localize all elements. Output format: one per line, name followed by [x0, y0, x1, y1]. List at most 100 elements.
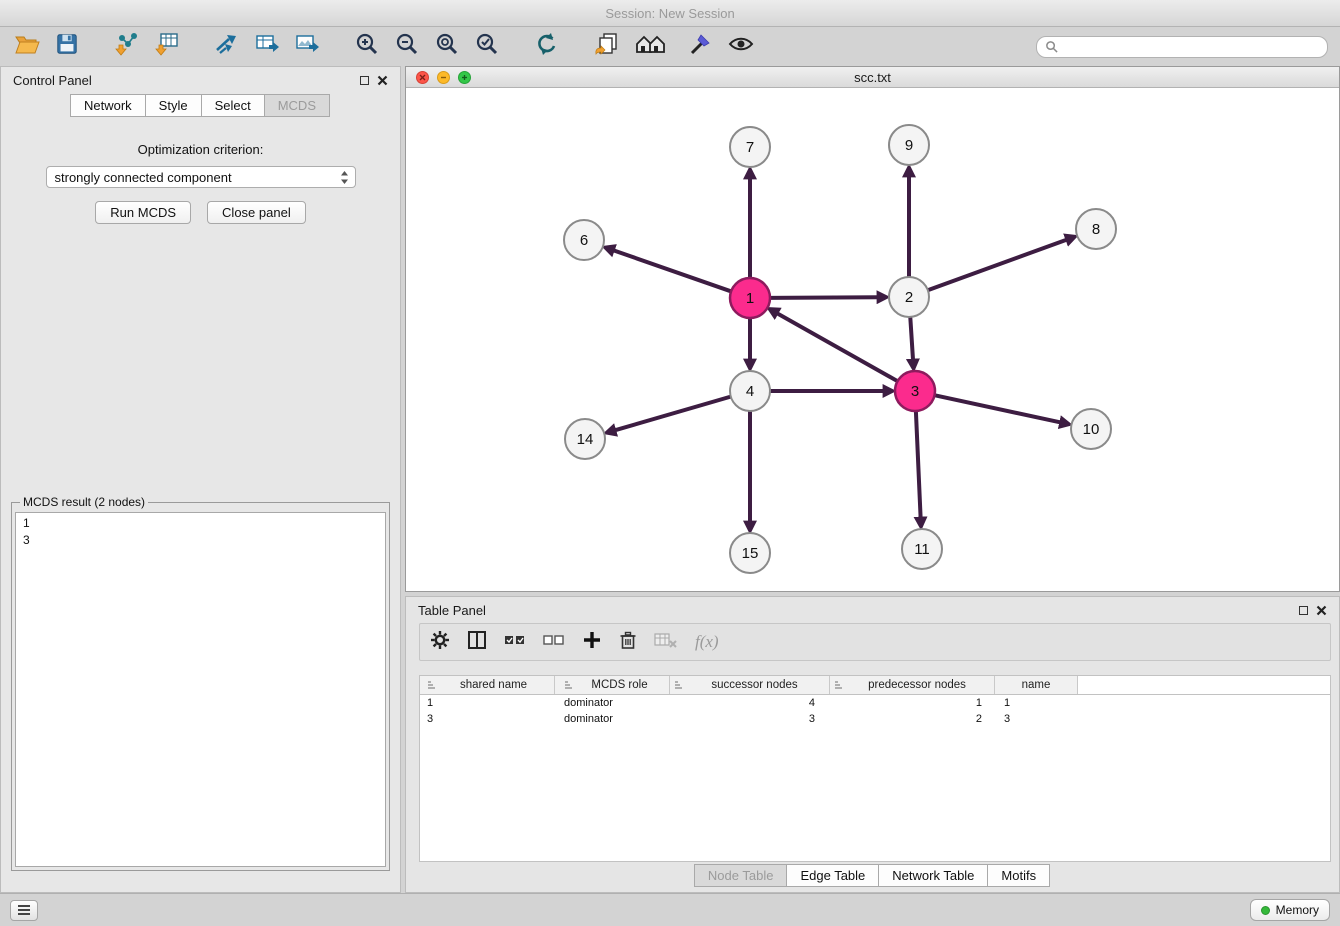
table-row[interactable]: 1 dominator 4 1 1 [420, 695, 1330, 711]
zoom-out-button[interactable] [392, 33, 422, 61]
mcds-result-item[interactable]: 3 [23, 532, 378, 549]
control-panel-header: Control Panel [1, 67, 400, 93]
network-window-title: scc.txt [854, 70, 891, 85]
tab-node-table[interactable]: Node Table [694, 864, 788, 887]
graph-node-9[interactable]: 9 [889, 125, 929, 165]
table-cell[interactable]: 3 [670, 713, 830, 725]
apply-style-button[interactable] [686, 33, 716, 61]
criterion-dropdown[interactable]: strongly connected component [46, 166, 356, 188]
graph-node-3[interactable]: 3 [895, 371, 935, 411]
show-panels-button[interactable] [632, 33, 676, 61]
graph-node-15[interactable]: 15 [730, 533, 770, 573]
import-network-button[interactable] [112, 33, 142, 61]
graph-node-11[interactable]: 11 [902, 529, 942, 569]
mcds-result-item[interactable]: 1 [23, 515, 378, 532]
graph-node-10[interactable]: 10 [1071, 409, 1111, 449]
tab-network-table[interactable]: Network Table [878, 864, 988, 887]
eye-icon [728, 31, 754, 62]
window-zoom-icon[interactable] [458, 71, 471, 84]
tab-motifs[interactable]: Motifs [987, 864, 1050, 887]
float-panel-icon[interactable] [360, 76, 369, 85]
window-title: Session: New Session [605, 6, 734, 21]
zoom-fit-button[interactable] [432, 33, 462, 61]
table-cell[interactable]: 1 [995, 697, 1078, 709]
zoom-selected-button[interactable] [472, 33, 502, 61]
graph-node-14[interactable]: 14 [565, 419, 605, 459]
zoom-in-button[interactable] [352, 33, 382, 61]
column-header-name[interactable]: name [995, 676, 1078, 694]
tab-style[interactable]: Style [145, 94, 202, 117]
table-cell[interactable]: 3 [420, 713, 555, 725]
table-cell[interactable]: 2 [830, 713, 995, 725]
column-header-mcds-role[interactable]: MCDS role [555, 676, 670, 694]
mcds-result-title: MCDS result (2 nodes) [20, 495, 148, 509]
table-cell[interactable]: 4 [670, 697, 830, 709]
graph-edge-3-11[interactable] [916, 412, 921, 518]
graph-node-label: 14 [577, 431, 594, 448]
close-panel-button[interactable]: Close panel [207, 201, 306, 224]
graph-edge-1-2[interactable] [771, 297, 878, 298]
open-session-button[interactable] [12, 33, 42, 61]
select-all-columns-button[interactable] [504, 630, 526, 655]
table-cell[interactable]: 1 [420, 697, 555, 709]
columns-icon [467, 630, 487, 650]
tab-mcds[interactable]: MCDS [264, 94, 330, 117]
save-session-button[interactable] [52, 33, 82, 61]
new-network-button[interactable] [212, 33, 242, 61]
graph-edge-2-3[interactable] [910, 318, 913, 360]
show-graphics-details-button[interactable] [726, 33, 756, 61]
control-panel: Control Panel Network Style Select MCDS … [0, 66, 401, 893]
tab-network[interactable]: Network [70, 94, 146, 117]
graph-node-2[interactable]: 2 [889, 277, 929, 317]
memory-status-icon [1261, 906, 1270, 915]
mcds-result-list[interactable]: 1 3 [15, 512, 386, 867]
show-column-button[interactable] [467, 630, 487, 655]
column-header-predecessor-nodes[interactable]: predecessor nodes [830, 676, 995, 694]
graph-edge-2-8[interactable] [929, 240, 1067, 290]
graph-edge-4-14[interactable] [615, 397, 730, 430]
import-table-button[interactable] [152, 33, 182, 61]
tab-edge-table[interactable]: Edge Table [786, 864, 879, 887]
column-header-successor-nodes[interactable]: successor nodes [670, 676, 830, 694]
toolbar-search-field[interactable] [1036, 36, 1328, 58]
window-minimize-icon[interactable] [437, 71, 450, 84]
graph-node-label: 10 [1083, 421, 1100, 438]
table-panel-tabs: Node Table Edge Table Network Table Moti… [406, 864, 1339, 887]
run-mcds-button[interactable]: Run MCDS [95, 201, 191, 224]
tab-select[interactable]: Select [201, 94, 265, 117]
search-input[interactable] [1063, 40, 1319, 54]
graph-node-6[interactable]: 6 [564, 220, 604, 260]
delete-column-button[interactable] [619, 630, 637, 655]
task-history-button[interactable] [10, 900, 38, 921]
graph-edge-1-6[interactable] [613, 250, 730, 291]
clone-network-button[interactable] [592, 33, 622, 61]
sort-icon [564, 680, 574, 690]
table-cell[interactable]: 3 [995, 713, 1078, 725]
open-folder-icon [14, 32, 40, 61]
network-window-titlebar[interactable]: scc.txt [406, 67, 1339, 88]
refresh-button[interactable] [532, 33, 562, 61]
export-image-button[interactable] [292, 33, 322, 61]
graph-node-4[interactable]: 4 [730, 371, 770, 411]
column-header-shared-name[interactable]: shared name [420, 676, 555, 694]
table-panel-title: Table Panel [418, 603, 486, 618]
table-cell[interactable]: 1 [830, 697, 995, 709]
network-table-export-button[interactable] [252, 33, 282, 61]
graph-node-8[interactable]: 8 [1076, 209, 1116, 249]
float-table-panel-icon[interactable] [1299, 606, 1308, 615]
create-column-button[interactable] [582, 630, 602, 655]
network-canvas[interactable]: 7 9 6 8 1 2 4 3 14 10 15 11 [406, 88, 1339, 591]
graph-node-7[interactable]: 7 [730, 127, 770, 167]
close-table-panel-icon[interactable] [1316, 605, 1327, 616]
memory-button[interactable]: Memory [1250, 899, 1330, 921]
table-row[interactable]: 3 dominator 3 2 3 [420, 711, 1330, 727]
table-cell[interactable]: dominator [555, 697, 670, 709]
table-settings-button[interactable] [430, 630, 450, 655]
graph-edge-3-1[interactable] [777, 313, 897, 380]
close-panel-icon[interactable] [377, 75, 388, 86]
graph-node-1[interactable]: 1 [730, 278, 770, 318]
graph-edge-3-10[interactable] [936, 395, 1061, 422]
window-close-icon[interactable] [416, 71, 429, 84]
unselect-all-columns-button[interactable] [543, 630, 565, 655]
table-cell[interactable]: dominator [555, 713, 670, 725]
